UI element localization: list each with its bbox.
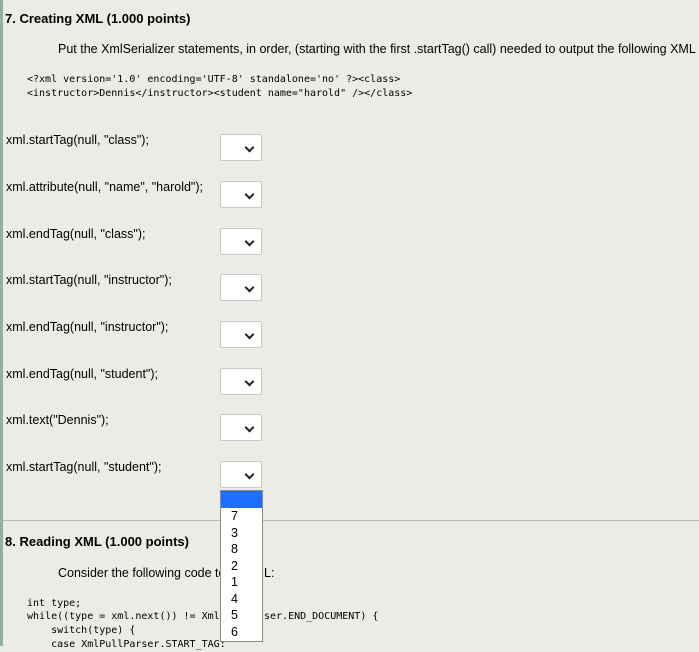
option-item[interactable]: 8	[221, 541, 262, 558]
chevron-down-icon	[244, 469, 255, 480]
left-margin-rule	[0, 0, 3, 646]
code-line-2b: ser.END_DOCUMENT) {	[264, 611, 379, 622]
order-select-5[interactable]	[220, 321, 262, 348]
order-select-1[interactable]	[220, 134, 262, 161]
statement-label: xml.attribute(null, "name", "harold");	[6, 180, 203, 194]
statement-label: xml.endTag(null, "class");	[6, 227, 146, 241]
statement-label: xml.startTag(null, "class");	[6, 133, 149, 147]
question-7-instruction: Put the XmlSerializer statements, in ord…	[58, 42, 699, 56]
chevron-down-icon	[244, 376, 255, 387]
statement-label: xml.startTag(null, "instructor");	[6, 273, 172, 287]
option-item[interactable]: 1	[221, 574, 262, 591]
option-item[interactable]: 5	[221, 607, 262, 624]
option-item[interactable]: 4	[221, 591, 262, 608]
code-line-2a: while((type = xml.next()) != Xml	[27, 611, 220, 622]
order-select-4[interactable]	[220, 274, 262, 301]
question-8-instruction: Consider the following code to	[58, 566, 226, 580]
statement-label: xml.text("Dennis");	[6, 413, 109, 427]
option-blank[interactable]	[221, 491, 262, 508]
question-7-title: 7. Creating XML (1.000 points)	[5, 11, 191, 26]
chevron-down-icon	[244, 189, 255, 200]
order-select-6[interactable]	[220, 368, 262, 395]
chevron-down-icon	[244, 329, 255, 340]
order-select-8[interactable]	[220, 461, 262, 488]
question-8-instruction-tail: L:	[264, 566, 275, 580]
xml-sample-line-2: <instructor>Dennis</instructor><student …	[27, 88, 413, 99]
chevron-down-icon	[244, 422, 255, 433]
option-item[interactable]: 7	[221, 508, 262, 525]
question-8-title: 8. Reading XML (1.000 points)	[5, 534, 189, 549]
question-divider	[3, 520, 699, 521]
order-select-2[interactable]	[220, 181, 262, 208]
statement-label: xml.startTag(null, "student");	[6, 460, 162, 474]
code-line-3: switch(type) {	[27, 625, 136, 636]
order-options-list[interactable]: 7 3 8 2 1 4 5 6	[220, 490, 263, 642]
option-item[interactable]: 2	[221, 558, 262, 575]
code-line-4: case XmlPullParser.START_TAG:	[27, 639, 226, 650]
code-line-1: int type;	[27, 598, 82, 609]
statement-label: xml.endTag(null, "instructor");	[6, 320, 169, 334]
statement-label: xml.endTag(null, "student");	[6, 367, 159, 381]
xml-sample-line-1: <?xml version='1.0' encoding='UTF-8' sta…	[27, 74, 401, 85]
order-select-3[interactable]	[220, 228, 262, 255]
order-select-7[interactable]	[220, 414, 262, 441]
chevron-down-icon	[244, 236, 255, 247]
option-item[interactable]: 6	[221, 624, 262, 641]
chevron-down-icon	[244, 282, 255, 293]
option-item[interactable]: 3	[221, 525, 262, 542]
chevron-down-icon	[244, 142, 255, 153]
